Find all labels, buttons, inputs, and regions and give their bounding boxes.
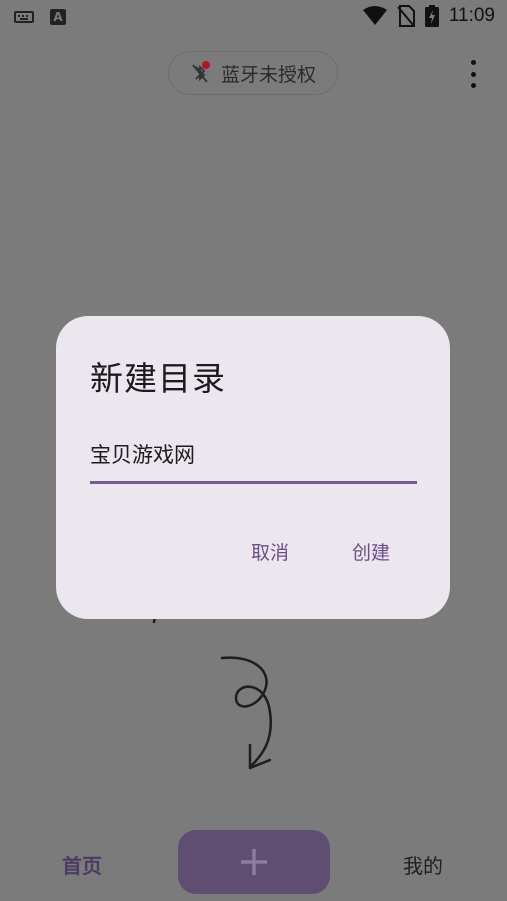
add-button[interactable] xyxy=(178,830,330,894)
create-button[interactable]: 创建 xyxy=(352,538,390,565)
dialog-title: 新建目录 xyxy=(90,359,226,398)
nav-mine[interactable]: 我的 xyxy=(403,850,443,879)
new-directory-dialog: 新建目录 取消 创建 xyxy=(56,316,450,619)
directory-name-input[interactable] xyxy=(90,426,417,484)
cancel-button[interactable]: 取消 xyxy=(251,538,289,565)
nav-home[interactable]: 首页 xyxy=(62,850,102,879)
bottom-navigation: 首页 我的 xyxy=(0,826,507,901)
dialog-actions: 取消 创建 xyxy=(56,538,450,568)
plus-icon xyxy=(241,849,267,875)
